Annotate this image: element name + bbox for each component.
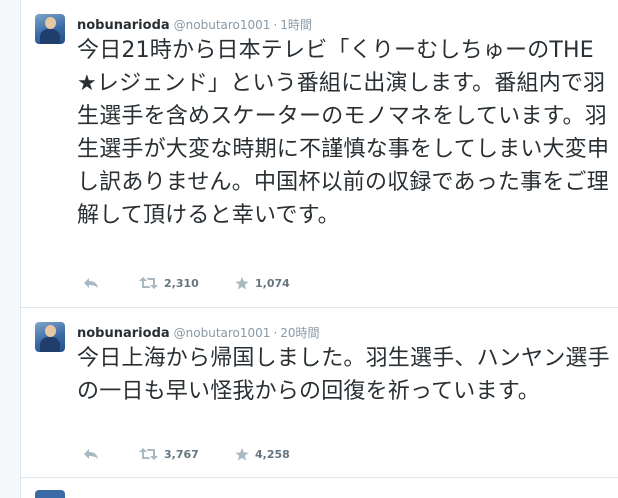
avatar-body — [40, 337, 60, 352]
timeline: nobunarioda @nobutaro1001 · 1時間 今日21時から日本テレ… — [20, 0, 618, 498]
favorite-button[interactable]: 4,258 — [235, 447, 331, 461]
favorite-button[interactable]: 1,074 — [235, 276, 331, 290]
retweet-icon — [139, 277, 158, 289]
retweet-button[interactable]: 3,767 — [139, 448, 235, 461]
tweet[interactable]: nobunarioda @nobutaro1001 · 1時間 今日21時から日本テレ… — [21, 0, 618, 308]
reply-icon — [84, 278, 98, 288]
avatar[interactable] — [35, 14, 65, 44]
retweet-button[interactable]: 2,310 — [139, 277, 235, 290]
separator-dot: · — [273, 18, 278, 32]
favorite-count: 1,074 — [255, 276, 290, 290]
star-icon — [235, 276, 249, 289]
reply-button[interactable] — [83, 277, 139, 289]
tweet-actions: 2,310 1,074 — [83, 273, 331, 293]
tweet-header: nobunarioda @nobutaro1001 · 20時間 — [77, 324, 320, 342]
tweet-header: nobunarioda @nobutaro1001 · 1時間 — [77, 16, 312, 34]
reply-button[interactable] — [83, 448, 139, 460]
tweet-text: 今日上海から帰国しました。羽生選手、ハンヤン選手の一日も早い怪我からの回復を祈っ… — [77, 346, 610, 404]
tweet[interactable] — [21, 478, 618, 498]
avatar-body — [40, 29, 60, 44]
avatar-head — [45, 17, 56, 29]
tweet[interactable]: nobunarioda @nobutaro1001 · 20時間 今日上海から帰国しま… — [21, 308, 618, 478]
reply-icon — [84, 449, 98, 459]
avatar[interactable] — [35, 322, 65, 352]
tweet-actions: 3,767 4,258 — [83, 444, 331, 464]
star-icon — [235, 447, 249, 460]
retweet-icon — [139, 448, 158, 460]
timestamp-link[interactable]: 20時間 — [280, 326, 319, 340]
favorite-count: 4,258 — [255, 447, 290, 461]
avatar-head — [45, 325, 56, 337]
retweet-count: 3,767 — [164, 447, 199, 461]
username-link[interactable]: @nobutaro1001 — [174, 326, 271, 340]
retweet-count: 2,310 — [164, 276, 199, 290]
tweet-text: 今日21時から日本テレビ「くりーむしちゅーのTHE★レジェンド」という番組に出演… — [77, 38, 610, 228]
separator-dot: · — [273, 326, 278, 340]
avatar[interactable] — [35, 490, 65, 498]
fullname-link[interactable]: nobunarioda — [77, 326, 170, 341]
username-link[interactable]: @nobutaro1001 — [174, 18, 271, 32]
fullname-link[interactable]: nobunarioda — [77, 18, 170, 33]
timestamp-link[interactable]: 1時間 — [280, 18, 312, 32]
